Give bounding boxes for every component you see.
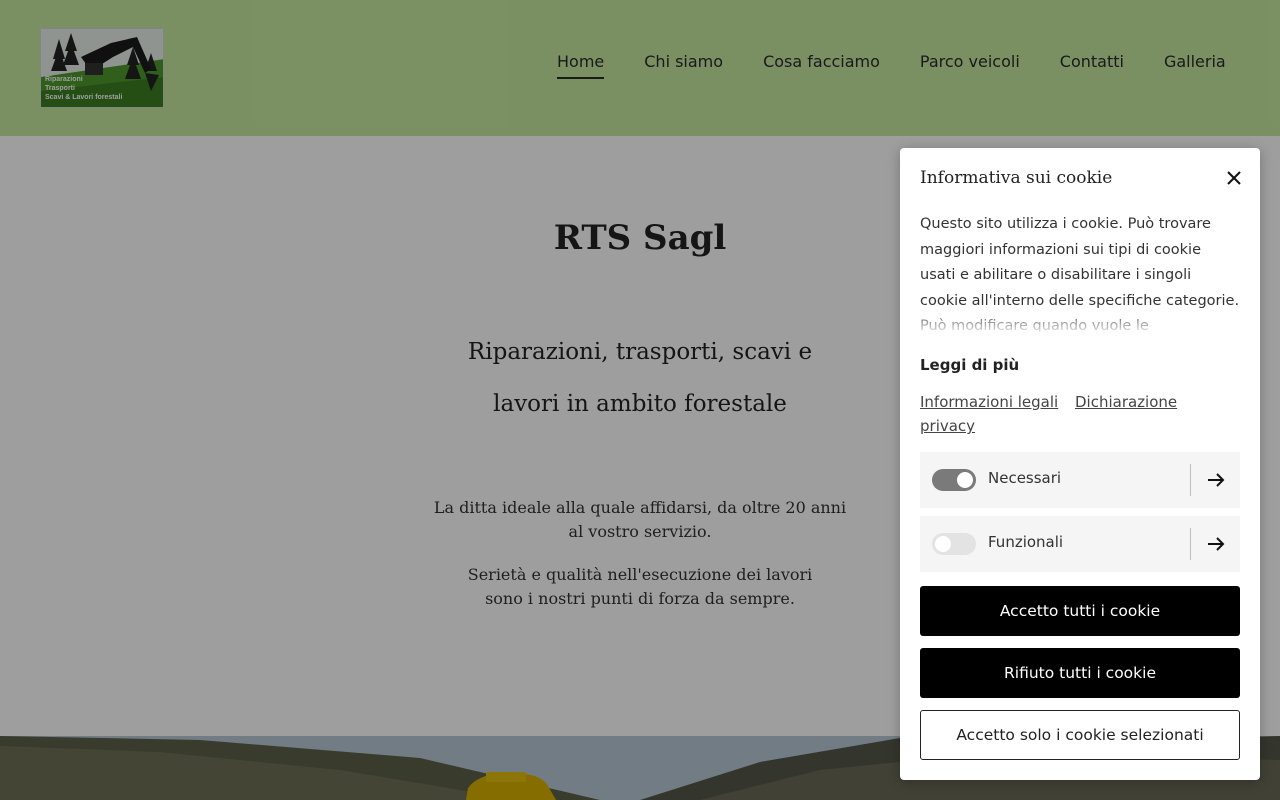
category-label: Funzionali xyxy=(988,533,1064,551)
accept-all-button[interactable]: Accetto tutti i cookie xyxy=(920,586,1240,636)
accept-selected-button[interactable]: Accetto solo i cookie selezionati xyxy=(920,710,1240,760)
cookie-category-necessary: Necessari xyxy=(920,452,1240,508)
functional-toggle[interactable] xyxy=(932,533,976,555)
necessary-toggle[interactable] xyxy=(932,469,976,491)
cookie-dialog-title: Informativa sui cookie xyxy=(920,168,1113,188)
category-label: Necessari xyxy=(988,469,1062,487)
close-button[interactable] xyxy=(1222,166,1246,190)
cookie-dialog: Informativa sui cookie Questo sito utili… xyxy=(900,148,1260,780)
toggle-knob xyxy=(935,536,951,552)
arrow-right-icon[interactable] xyxy=(1204,532,1228,556)
legal-info-link[interactable]: Informazioni legali xyxy=(920,393,1058,411)
legal-links: Informazioni legali Dichiarazione privac… xyxy=(920,390,1240,438)
divider xyxy=(1190,528,1191,560)
read-more-button[interactable]: Leggi di più xyxy=(920,356,1019,374)
reject-all-button[interactable]: Rifiuto tutti i cookie xyxy=(920,648,1240,698)
toggle-knob xyxy=(957,472,973,488)
cookie-category-functional: Funzionali xyxy=(920,516,1240,572)
divider xyxy=(1190,464,1191,496)
arrow-right-icon[interactable] xyxy=(1204,468,1228,492)
close-icon xyxy=(1227,171,1241,185)
text-fade xyxy=(920,308,1240,336)
